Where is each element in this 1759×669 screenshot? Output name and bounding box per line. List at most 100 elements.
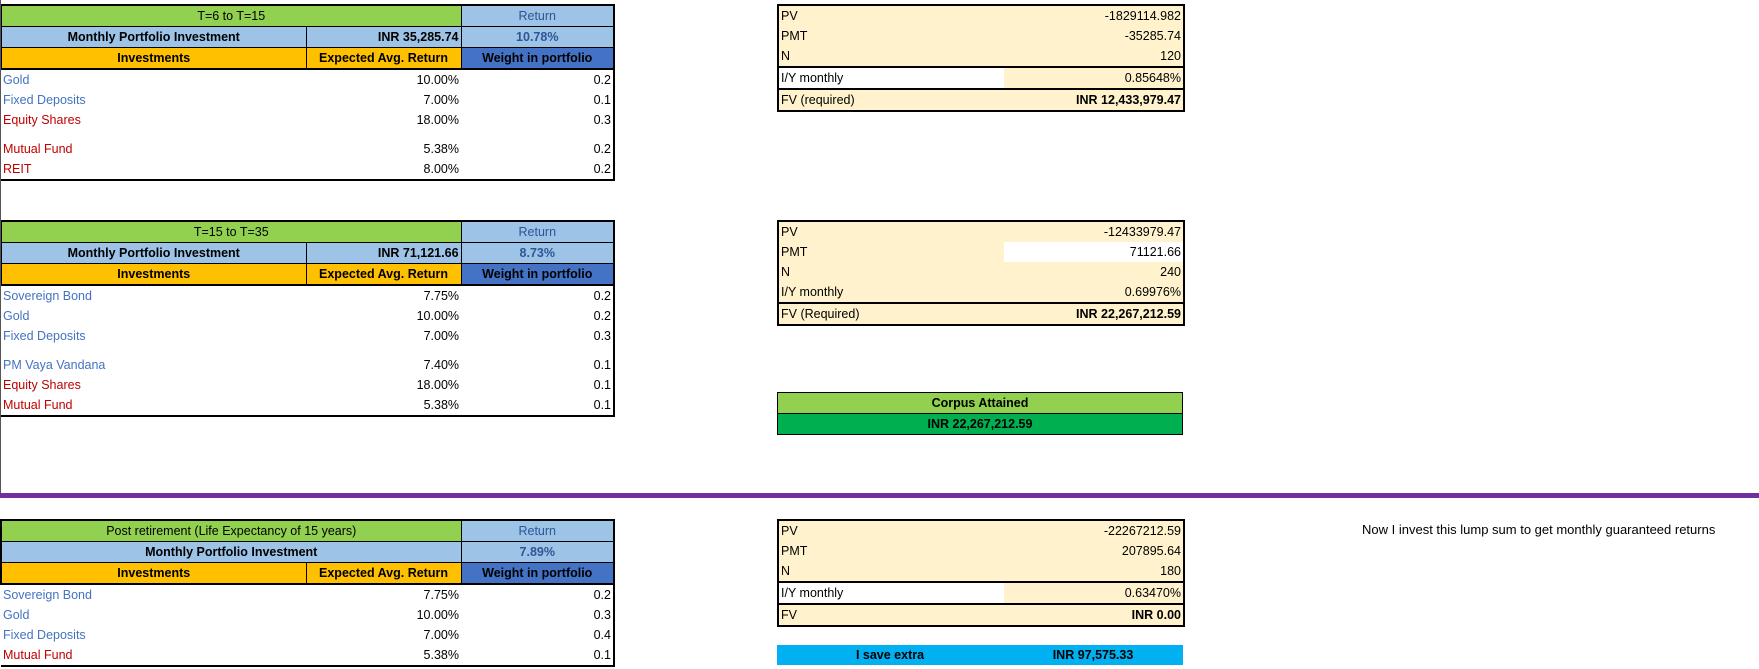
corpus-value[interactable]: INR 22,267,212.59	[777, 413, 1183, 435]
expected-return[interactable]: 8.00%	[306, 159, 461, 181]
expected-return[interactable]: 18.00%	[306, 110, 461, 130]
n-value[interactable]: 180	[1004, 561, 1184, 582]
table-row[interactable]: Fixed Deposits 7.00% 0.4	[1, 625, 615, 645]
table-row[interactable]: PM Vaya Vandana 7.40% 0.1	[1, 355, 616, 375]
period-header[interactable]: Post retirement (Life Expectancy of 15 y…	[0, 519, 462, 542]
lump-sum-note[interactable]: Now I invest this lump sum to get monthl…	[1362, 522, 1715, 537]
pv-label[interactable]: PV	[778, 221, 1004, 242]
expected-return[interactable]: 7.00%	[306, 625, 461, 645]
iy-value[interactable]: 0.85648%	[1004, 66, 1184, 89]
weight[interactable]: 0.2	[461, 306, 616, 326]
col-investments[interactable]: Investments	[0, 562, 307, 585]
expected-return[interactable]: 10.00%	[306, 306, 461, 326]
investment-name[interactable]: Mutual Fund	[1, 395, 306, 417]
iy-value[interactable]: 0.69976%	[1004, 282, 1184, 303]
investment-name[interactable]: Gold	[1, 69, 306, 90]
pmt-label[interactable]: PMT	[778, 541, 1004, 561]
col-investments[interactable]: Investments	[0, 263, 307, 286]
col-expected-return[interactable]: Expected Avg. Return	[305, 562, 462, 585]
table-row[interactable]: Sovereign Bond 7.75% 0.2	[1, 584, 615, 605]
table-row[interactable]: Equity Shares 18.00% 0.3	[1, 110, 615, 130]
pmt-value[interactable]: -35285.74	[1004, 26, 1184, 46]
weight[interactable]: 0.1	[461, 645, 615, 667]
return-header[interactable]: Return	[460, 519, 615, 542]
iy-label[interactable]: I/Y monthly	[778, 581, 1004, 604]
weight[interactable]: 0.2	[461, 139, 615, 159]
period-header[interactable]: T=15 to T=35	[0, 220, 462, 243]
return-value[interactable]: 8.73%	[460, 242, 616, 264]
pmt-value[interactable]: 71121.66	[1004, 242, 1184, 262]
n-label[interactable]: N	[778, 262, 1004, 282]
weight[interactable]: 0.1	[461, 90, 615, 110]
investment-name[interactable]: Equity Shares	[1, 110, 306, 130]
investment-name[interactable]: PM Vaya Vandana	[1, 355, 306, 375]
table-row[interactable]: Gold 10.00% 0.2	[1, 69, 615, 90]
pv-value[interactable]: -1829114.982	[1004, 5, 1184, 26]
return-value[interactable]: 7.89%	[460, 541, 615, 563]
expected-return[interactable]: 7.75%	[306, 285, 461, 306]
pv-value[interactable]: -22267212.59	[1004, 520, 1184, 541]
investment-name[interactable]: Fixed Deposits	[1, 625, 306, 645]
return-header[interactable]: Return	[460, 220, 616, 243]
investment-name[interactable]: Sovereign Bond	[1, 584, 306, 605]
n-value[interactable]: 120	[1004, 46, 1184, 67]
expected-return[interactable]: 7.40%	[306, 355, 461, 375]
pv-value[interactable]: -12433979.47	[1004, 221, 1184, 242]
table-row[interactable]: REIT 8.00% 0.2	[1, 159, 615, 181]
weight[interactable]: 0.2	[461, 69, 615, 90]
table-row[interactable]: Fixed Deposits 7.00% 0.3	[1, 326, 616, 346]
pmt-label[interactable]: PMT	[778, 242, 1004, 262]
n-label[interactable]: N	[778, 46, 1004, 67]
n-label[interactable]: N	[778, 561, 1004, 582]
weight[interactable]: 0.1	[461, 355, 616, 375]
investment-name[interactable]: Gold	[1, 605, 306, 625]
investment-name[interactable]: Sovereign Bond	[1, 285, 306, 306]
table-row[interactable]: Mutual Fund 5.38% 0.2	[1, 139, 615, 159]
monthly-investment-label[interactable]: Monthly Portfolio Investment	[0, 26, 307, 48]
weight[interactable]: 0.3	[461, 326, 616, 346]
weight[interactable]: 0.1	[461, 395, 616, 417]
weight[interactable]: 0.2	[461, 159, 615, 181]
period-header[interactable]: T=6 to T=15	[0, 4, 462, 27]
corpus-title[interactable]: Corpus Attained	[777, 392, 1183, 414]
investment-name[interactable]: Fixed Deposits	[1, 326, 306, 346]
investment-name[interactable]: Mutual Fund	[1, 645, 306, 667]
iy-value[interactable]: 0.63470%	[1004, 581, 1184, 604]
expected-return[interactable]: 10.00%	[306, 69, 461, 90]
col-expected-return[interactable]: Expected Avg. Return	[305, 47, 462, 70]
expected-return[interactable]: 5.38%	[306, 395, 462, 417]
expected-return[interactable]: 18.00%	[306, 375, 461, 395]
weight[interactable]: 0.4	[461, 625, 615, 645]
fv-label[interactable]: FV (required)	[778, 88, 1004, 111]
fv-label[interactable]: FV	[778, 603, 1004, 626]
investment-name[interactable]: Gold	[1, 306, 306, 326]
expected-return[interactable]: 7.00%	[306, 326, 461, 346]
weight[interactable]: 0.3	[461, 110, 615, 130]
weight[interactable]: 0.2	[461, 285, 616, 306]
expected-return[interactable]: 7.75%	[306, 584, 461, 605]
investment-name[interactable]: Fixed Deposits	[1, 90, 306, 110]
fv-label[interactable]: FV (Required)	[778, 302, 1004, 325]
monthly-investment-value[interactable]: INR 71,121.66	[305, 242, 462, 264]
save-extra-value[interactable]: INR 97,575.33	[1003, 645, 1183, 665]
monthly-investment-value[interactable]: INR 35,285.74	[305, 26, 462, 48]
return-header[interactable]: Return	[460, 4, 615, 27]
col-weight[interactable]: Weight in portfolio	[460, 263, 616, 286]
investment-name[interactable]: REIT	[1, 159, 306, 181]
table-row[interactable]: Sovereign Bond 7.75% 0.2	[1, 285, 616, 306]
table-row[interactable]: Mutual Fund 5.38% 0.1	[1, 645, 615, 667]
expected-return[interactable]: 7.00%	[306, 90, 461, 110]
table-row[interactable]: Fixed Deposits 7.00% 0.1	[1, 90, 615, 110]
pmt-value[interactable]: 207895.64	[1004, 541, 1184, 561]
table-row[interactable]: Equity Shares 18.00% 0.1	[1, 375, 616, 395]
col-expected-return[interactable]: Expected Avg. Return	[305, 263, 462, 286]
expected-return[interactable]: 10.00%	[306, 605, 461, 625]
expected-return[interactable]: 5.38%	[306, 139, 461, 159]
pv-label[interactable]: PV	[778, 5, 1004, 26]
table-row[interactable]: Gold 10.00% 0.3	[1, 605, 615, 625]
fv-value[interactable]: INR 22,267,212.59	[1004, 302, 1184, 325]
pv-label[interactable]: PV	[778, 520, 1004, 541]
weight[interactable]: 0.3	[461, 605, 615, 625]
pmt-label[interactable]: PMT	[778, 26, 1004, 46]
table-row[interactable]: Mutual Fund 5.38% 0.1	[1, 395, 616, 417]
